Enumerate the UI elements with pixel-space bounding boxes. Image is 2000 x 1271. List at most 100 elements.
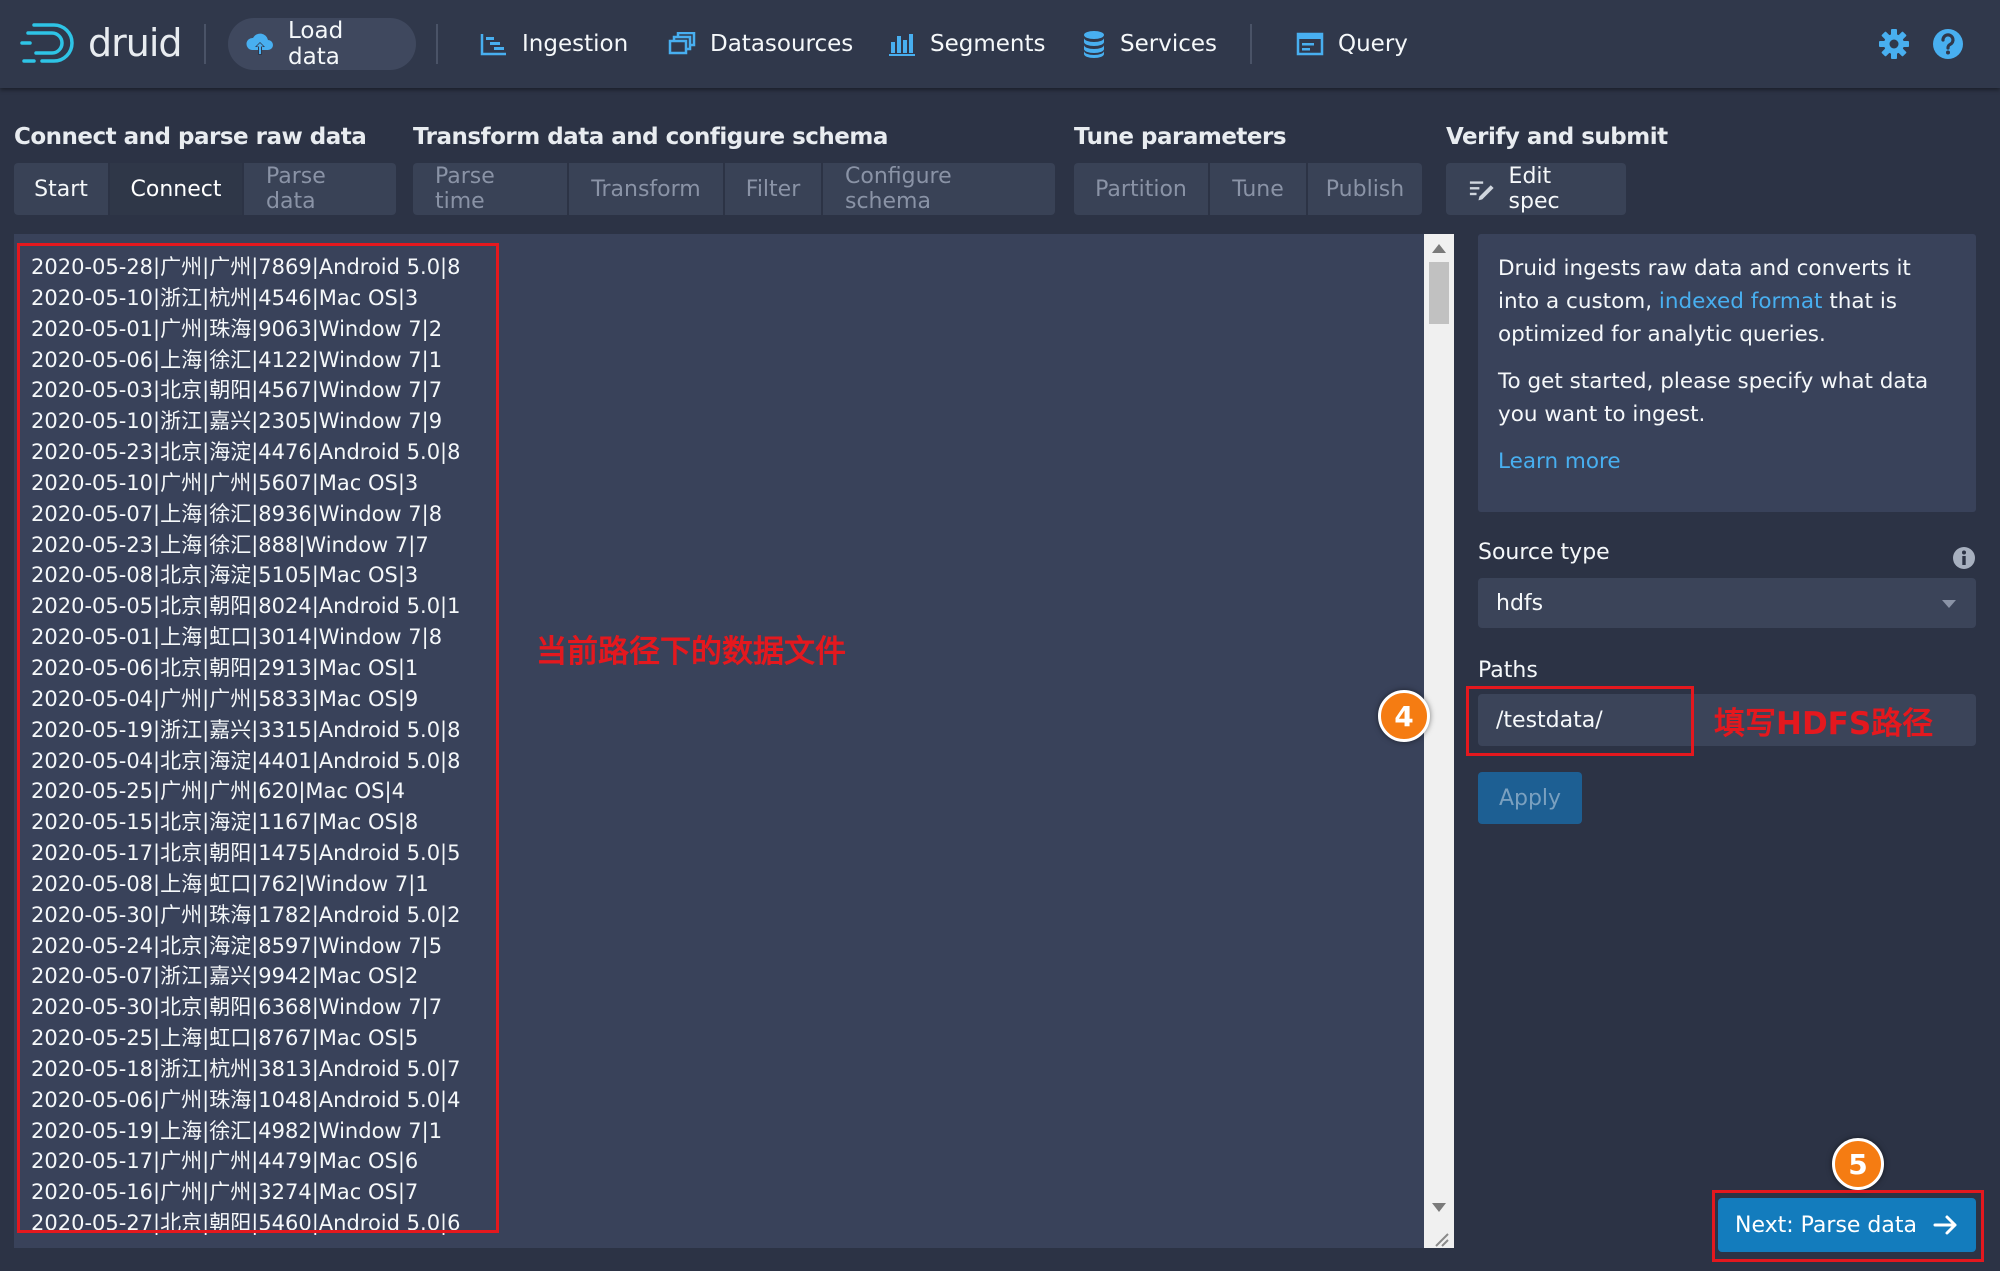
raw-data-line: 2020-05-23|上海|徐汇|888|Window 7|7 — [31, 532, 429, 557]
source-type-select[interactable]: hdfs — [1478, 578, 1976, 628]
tab-parse-data[interactable]: Parse data — [244, 163, 396, 215]
tab-filter[interactable]: Filter — [725, 163, 823, 215]
nav-ingestion-label: Ingestion — [522, 31, 629, 57]
raw-data-line: 2020-05-06|北京|朝阳|2913|Mac OS|1 — [31, 655, 419, 680]
annotation-paths-label: 填写HDFS路径 — [1714, 706, 1934, 742]
raw-data-line: 2020-05-10|广州|广州|5607|Mac OS|3 — [31, 470, 419, 495]
raw-data-line: 2020-05-07|浙江|嘉兴|9942|Mac OS|2 — [31, 964, 419, 989]
info-sign-icon[interactable] — [1952, 546, 1976, 570]
raw-data-scrollbar[interactable] — [1424, 234, 1454, 1248]
raw-data-line: 2020-05-17|北京|朝阳|1475|Android 5.0|5 — [31, 841, 461, 866]
nav-services[interactable]: Services — [1064, 18, 1235, 70]
nav-divider — [204, 24, 206, 64]
raw-data-line: 2020-05-07|上海|徐汇|8936|Window 7|8 — [31, 501, 443, 526]
raw-data-line: 2020-05-25|广州|广州|620|Mac OS|4 — [31, 779, 405, 804]
raw-data-line: 2020-05-04|广州|广州|5833|Mac OS|9 — [31, 686, 419, 711]
raw-data-line: 2020-05-25|上海|虹口|8767|Mac OS|5 — [31, 1026, 419, 1051]
tab-edit-spec[interactable]: Edit spec — [1446, 163, 1626, 215]
step-title-connect-parse: Connect and parse raw data — [14, 124, 367, 150]
raw-data-line: 2020-05-01|广州|珠海|9063|Window 7|2 — [31, 316, 443, 341]
tab-group-connect-parse: Start Connect Parse data — [14, 163, 396, 215]
gear-icon[interactable] — [1878, 28, 1910, 60]
multi-select-icon — [668, 32, 696, 55]
cloud-upload-icon — [246, 33, 273, 55]
gantt-chart-icon — [480, 34, 506, 56]
help-icon[interactable] — [1932, 28, 1964, 60]
nav-datasources-label: Datasources — [710, 31, 854, 57]
tab-start[interactable]: Start — [14, 163, 110, 215]
raw-data-line: 2020-05-08|上海|虹口|762|Window 7|1 — [31, 871, 429, 896]
paths-label: Paths — [1478, 658, 1538, 683]
tab-parse-time[interactable]: Parse time — [413, 163, 569, 215]
edit-spec-icon — [1469, 181, 1494, 201]
tab-edit-spec-label: Edit spec — [1508, 164, 1560, 214]
nav-ingestion[interactable]: Ingestion — [462, 18, 646, 70]
intro-paragraph-2: To get started, please specify what data… — [1498, 369, 1929, 427]
raw-data-line: 2020-05-06|上海|徐汇|4122|Window 7|1 — [31, 347, 443, 372]
raw-data-line: 2020-05-10|浙江|嘉兴|2305|Window 7|9 — [31, 409, 443, 434]
raw-data-line: 2020-05-05|北京|朝阳|8024|Android 5.0|1 — [31, 594, 461, 619]
paths-input-value: /testdata/ — [1496, 707, 1603, 733]
tab-configure-schema[interactable]: Configure schema — [823, 163, 1055, 215]
raw-data-line: 2020-05-15|北京|海淀|1167|Mac OS|8 — [31, 810, 419, 835]
nav-query[interactable]: Query — [1278, 18, 1426, 70]
raw-data-line: 2020-05-01|上海|虹口|3014|Window 7|8 — [31, 625, 443, 650]
tab-partition[interactable]: Partition — [1074, 163, 1210, 215]
arrow-right-icon — [1933, 1215, 1957, 1235]
apply-button[interactable]: Apply — [1478, 772, 1582, 824]
step-title-transform: Transform data and configure schema — [413, 124, 888, 150]
raw-data-line: 2020-05-30|北京|朝阳|6368|Window 7|7 — [31, 995, 443, 1020]
source-type-value: hdfs — [1496, 590, 1544, 616]
raw-data-preview[interactable]: 2020-05-28|广州|广州|7869|Android 5.0|8 2020-… — [14, 234, 1424, 1248]
resize-grip-icon[interactable] — [1428, 1228, 1450, 1248]
database-icon — [1084, 31, 1104, 58]
nav-load-data-label: Load data — [288, 18, 344, 70]
step-title-verify: Verify and submit — [1446, 124, 1668, 150]
step-marker-5: 5 — [1832, 1138, 1884, 1190]
nav-segments[interactable]: Segments — [870, 18, 1063, 70]
tab-transform[interactable]: Transform — [569, 163, 725, 215]
raw-data-line: 2020-05-24|北京|海淀|8597|Window 7|5 — [31, 933, 443, 958]
top-navbar: druid Load data Ingestion Datasources Se… — [0, 0, 2000, 88]
raw-data-line: 2020-05-17|广州|广州|4479|Mac OS|6 — [31, 1149, 419, 1174]
raw-data-line: 2020-05-19|浙江|嘉兴|3315|Android 5.0|8 — [31, 717, 461, 742]
step-title-tune: Tune parameters — [1074, 124, 1287, 150]
raw-data-line: 2020-05-06|广州|珠海|1048|Android 5.0|4 — [31, 1087, 461, 1112]
nav-load-data[interactable]: Load data — [228, 18, 416, 70]
learn-more-link[interactable]: Learn more — [1498, 449, 1621, 474]
tab-group-tune: Partition Tune Publish — [1074, 163, 1422, 215]
nav-divider — [436, 24, 438, 64]
raw-data-line: 2020-05-16|广州|广州|3274|Mac OS|7 — [31, 1180, 419, 1205]
druid-logo[interactable]: druid — [20, 18, 183, 68]
scroll-up-arrow-icon[interactable] — [1432, 244, 1446, 253]
nav-services-label: Services — [1120, 31, 1217, 57]
nav-datasources[interactable]: Datasources — [650, 18, 871, 70]
stacked-chart-icon — [889, 34, 915, 56]
intro-callout: Druid ingests raw data and converts it i… — [1478, 234, 1976, 512]
annotation-raw-data-label: 当前路径下的数据文件 — [536, 634, 846, 670]
nav-query-label: Query — [1338, 31, 1408, 57]
scroll-thumb[interactable] — [1429, 262, 1449, 324]
intro-paragraph-1: Druid ingests raw data and converts it i… — [1498, 252, 1956, 351]
raw-data-line: 2020-05-18|浙江|杭州|3813|Android 5.0|7 — [31, 1056, 461, 1081]
tab-publish[interactable]: Publish — [1308, 163, 1422, 215]
application-icon — [1296, 32, 1324, 56]
raw-data-line: 2020-05-04|北京|海淀|4401|Android 5.0|8 — [31, 748, 461, 773]
tab-tune[interactable]: Tune — [1210, 163, 1308, 215]
raw-data-line: 2020-05-10|浙江|杭州|4546|Mac OS|3 — [31, 285, 419, 310]
scroll-down-arrow-icon[interactable] — [1432, 1203, 1446, 1212]
raw-data-line: 2020-05-23|北京|海淀|4476|Android 5.0|8 — [31, 440, 461, 465]
tab-connect[interactable]: Connect — [110, 163, 244, 215]
druid-logo-icon — [20, 23, 74, 63]
nav-divider — [1250, 24, 1252, 64]
step-marker-4: 4 — [1378, 690, 1430, 742]
raw-data-line: 2020-05-19|上海|徐汇|4982|Window 7|1 — [31, 1118, 443, 1143]
nav-segments-label: Segments — [930, 31, 1046, 57]
raw-data-lines: 2020-05-28|广州|广州|7869|Android 5.0|8 2020-… — [31, 252, 461, 1239]
raw-data-line: 2020-05-30|广州|珠海|1782|Android 5.0|2 — [31, 902, 461, 927]
caret-down-icon — [1942, 600, 1956, 608]
next-button-label: Next: Parse data — [1734, 1212, 1917, 1238]
raw-data-line: 2020-05-08|北京|海淀|5105|Mac OS|3 — [31, 563, 419, 588]
indexed-format-link[interactable]: indexed format — [1659, 289, 1823, 314]
next-parse-data-button[interactable]: Next: Parse data — [1718, 1198, 1976, 1252]
